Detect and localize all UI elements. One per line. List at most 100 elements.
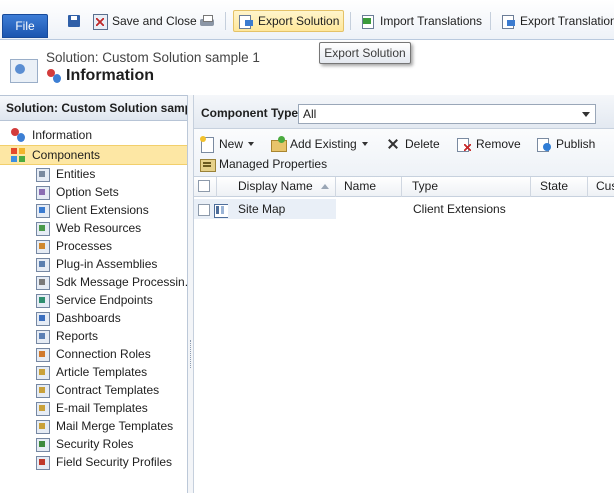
sidebar-item-contract-templates[interactable]: Contract Templates (0, 381, 187, 399)
delete-button[interactable]: Delete (385, 134, 440, 154)
column-header-state[interactable]: State (534, 177, 588, 197)
sidebar-item-entities[interactable]: Entities (0, 165, 187, 183)
file-button[interactable]: File (2, 14, 48, 38)
column-header-display-name[interactable]: Display Name (232, 177, 336, 197)
sidebar-item-label: Information (32, 128, 93, 142)
page-header: Solution: Custom Solution sample 1 Infor… (0, 41, 614, 95)
information-icon (46, 68, 62, 84)
sidebar-item-email-templates[interactable]: E-mail Templates (0, 399, 187, 417)
remove-button[interactable]: Remove (456, 134, 521, 154)
sort-ascending-icon (321, 184, 330, 190)
select-all-cell (194, 177, 217, 197)
site-map-icon (213, 202, 231, 218)
export-solution-label: Export Solution (258, 14, 340, 28)
ribbon-separator (350, 12, 351, 30)
sidebar-item-label: Security Roles (56, 437, 134, 451)
export-solution-tooltip: Export Solution (319, 42, 411, 64)
sdk-message-icon (34, 274, 50, 290)
add-existing-icon (270, 136, 287, 152)
sidebar-item-label: Mail Merge Templates (56, 419, 174, 433)
chevron-down-icon (582, 112, 590, 117)
new-label: New (219, 137, 244, 151)
component-type-value: All (303, 107, 317, 121)
components-icon (10, 147, 26, 163)
publish-button[interactable]: Publish (536, 134, 595, 154)
sidebar-item-service-endpoints[interactable]: Service Endpoints (0, 291, 187, 309)
row-checkbox[interactable] (198, 203, 210, 216)
save-and-close-label: Save and Close (112, 14, 197, 28)
column-header-type[interactable]: Type (406, 177, 531, 197)
publish-icon (536, 136, 552, 152)
export-solution-button[interactable]: Export Solution (233, 10, 345, 32)
splitter-grip[interactable] (190, 340, 192, 368)
sidebar-item-reports[interactable]: Reports (0, 327, 187, 345)
sidebar-item-security-roles[interactable]: Security Roles (0, 435, 187, 453)
sidebar-item-article-templates[interactable]: Article Templates (0, 363, 187, 381)
web-resources-icon (34, 220, 50, 236)
column-header-label: Type (412, 179, 439, 193)
sidebar-item-client-extensions[interactable]: Client Extensions (0, 201, 187, 219)
sidebar-item-label: Contract Templates (56, 383, 160, 397)
publish-label: Publish (556, 137, 596, 151)
import-translations-icon (360, 13, 376, 29)
print-button[interactable] (199, 10, 215, 32)
sidebar-item-web-resources[interactable]: Web Resources (0, 219, 187, 237)
cell-type: Client Extensions (413, 202, 506, 216)
information-icon (10, 127, 26, 143)
sidebar-item-processes[interactable]: Processes (0, 237, 187, 255)
sidebar-item-field-security-profiles[interactable]: Field Security Profiles (0, 453, 187, 471)
chevron-down-icon (248, 142, 255, 146)
sidebar-item-mail-merge-templates[interactable]: Mail Merge Templates (0, 417, 187, 435)
sidebar-item-option-sets[interactable]: Option Sets (0, 183, 187, 201)
solution-title: Solution: Custom Solution sample 1 (46, 50, 260, 65)
ribbon: File Save and Close Export Solution Impo… (0, 0, 614, 40)
sidebar-item-label: Client Extensions (56, 203, 149, 217)
sidebar-item-label: Field Security Profiles (56, 455, 173, 469)
sidebar-item-label: Plug-in Assemblies (56, 257, 158, 271)
dashboards-icon (34, 310, 50, 326)
import-translations-label: Import Translations (380, 14, 483, 28)
cell-display-name[interactable]: Site Map (228, 199, 336, 219)
sidebar-item-label: Connection Roles (56, 347, 151, 361)
column-header-name[interactable]: Name (338, 177, 402, 197)
export-translations-button[interactable]: Export Translations (500, 10, 614, 32)
new-icon (199, 136, 215, 153)
sidebar-item-sdk-message[interactable]: Sdk Message Processin... (0, 273, 195, 291)
solution-icon (10, 59, 38, 83)
sidebar-item-label: Option Sets (56, 185, 119, 199)
export-solution-icon (238, 13, 254, 29)
sidebar: Solution: Custom Solution samp... Inform… (0, 95, 195, 493)
import-translations-button[interactable]: Import Translations (360, 10, 482, 32)
delete-label: Delete (405, 137, 440, 151)
sidebar-item-components[interactable]: Components (0, 145, 187, 165)
export-translations-icon (500, 13, 516, 29)
ribbon-separator (490, 12, 491, 30)
connection-roles-icon (34, 346, 50, 362)
column-header-customizable[interactable]: Cus (590, 177, 614, 197)
entities-icon (34, 166, 50, 182)
components-sub-list: Entities Option Sets Client Extensions Web … (0, 165, 195, 471)
component-type-select[interactable]: All (298, 104, 596, 124)
sidebar-item-label: Dashboards (56, 311, 121, 325)
table-row[interactable]: Site Map Client Extensions (194, 199, 614, 219)
field-security-profiles-icon (34, 454, 50, 470)
component-type-label: Component Type (201, 106, 299, 120)
sidebar-item-plug-in-assemblies[interactable]: Plug-in Assemblies (0, 255, 187, 273)
managed-properties-button[interactable]: Managed Properties (199, 154, 327, 174)
sidebar-item-label: Components (32, 148, 101, 162)
export-translations-label: Export Translations (520, 14, 614, 28)
select-all-checkbox[interactable] (198, 180, 210, 192)
grid-toolbar: New Add Existing Delete Remove Publish M… (194, 129, 614, 177)
new-button[interactable]: New (199, 134, 255, 154)
delete-icon (385, 136, 401, 152)
save-and-close-button[interactable]: Save and Close (92, 10, 197, 32)
client-extensions-icon (34, 202, 50, 218)
sidebar-item-connection-roles[interactable]: Connection Roles (0, 345, 187, 363)
processes-icon (34, 238, 50, 254)
sidebar-item-dashboards[interactable]: Dashboards (0, 309, 187, 327)
sidebar-item-label: Processes (56, 239, 113, 253)
add-existing-label: Add Existing (290, 137, 357, 151)
save-button[interactable] (66, 10, 82, 32)
add-existing-button[interactable]: Add Existing (270, 134, 368, 154)
sidebar-item-information[interactable]: Information (0, 125, 187, 145)
